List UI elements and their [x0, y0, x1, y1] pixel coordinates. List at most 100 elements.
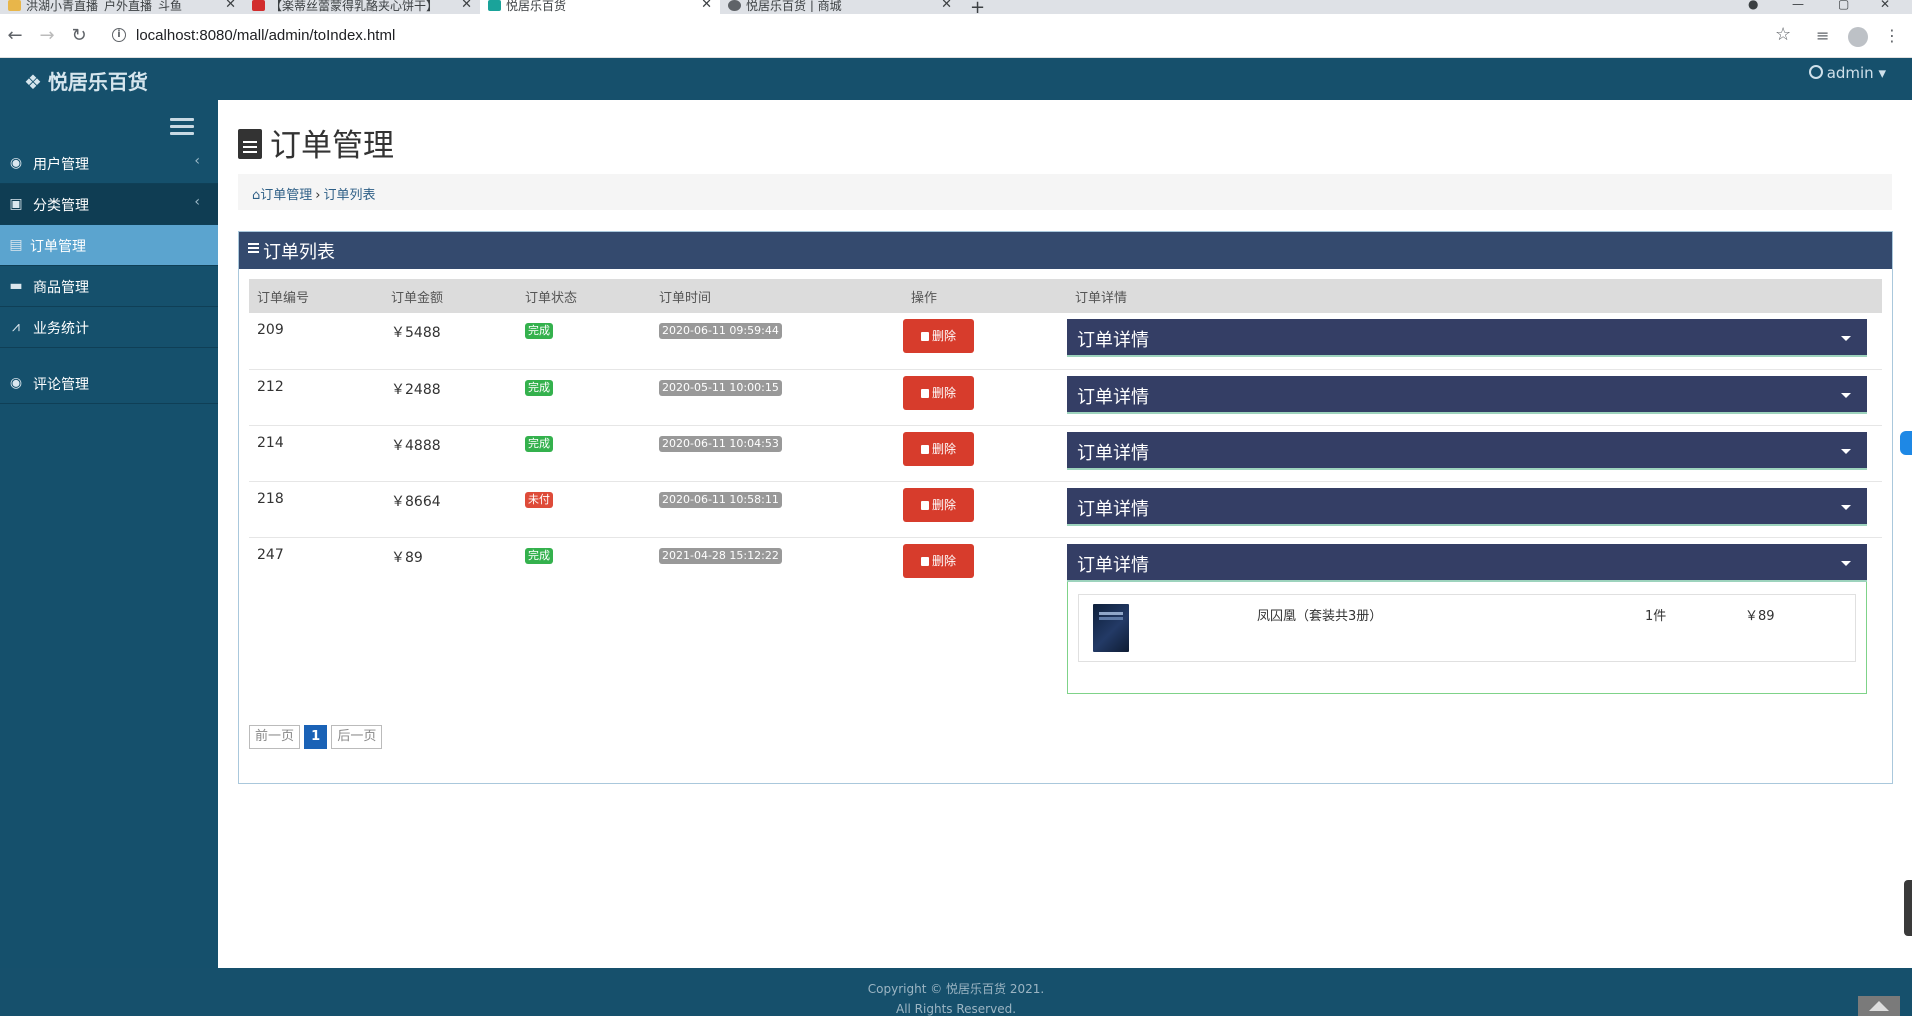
file-text-icon [238, 129, 262, 159]
tab-title: 【楽蒂丝蕾蒙得乳酪夹心饼干】 [270, 0, 439, 12]
bookmark-star-icon[interactable]: ☆ [1775, 24, 1791, 45]
table-row: 247 ￥89 完成 2021-04-28 15:12:22 删除 订单详情 凤… [249, 537, 1882, 695]
order-amount: ￥5488 [383, 313, 517, 370]
panel-title: 订单列表 [263, 242, 335, 263]
media-queue-icon[interactable]: ≡ [1816, 26, 1829, 45]
sidebar-item-reviews[interactable]: ◉ 评论管理 [0, 363, 218, 404]
new-tab-plus-icon[interactable]: + [970, 0, 985, 14]
delete-button[interactable]: 删除 [903, 543, 974, 578]
order-id: 218 [249, 481, 383, 538]
product-thumbnail[interactable] [1093, 603, 1129, 652]
column-header: 订单详情 [1067, 279, 1882, 313]
order-detail-toggle[interactable]: 订单详情 [1067, 319, 1867, 357]
back-arrow-icon[interactable]: ← [4, 25, 26, 47]
status-badge: 未付 [525, 491, 553, 508]
browser-tab-bar: 洪湖小青直播_户外直播_斗鱼 ✕ 【楽蒂丝蕾蒙得乳酪夹心饼干】 ✕ 悦居乐百货 … [0, 0, 1912, 14]
sidebar-item-label: 商品管理 [33, 280, 89, 296]
order-detail-toggle[interactable]: 订单详情 [1067, 431, 1867, 470]
tab-close-icon[interactable]: ✕ [461, 0, 472, 11]
column-header: 订单编号 [249, 279, 383, 313]
delete-button[interactable]: 删除 [903, 375, 974, 410]
delete-button[interactable]: 删除 [903, 431, 974, 466]
column-header: 订单状态 [517, 279, 651, 313]
delete-button[interactable]: 删除 [903, 487, 974, 522]
tab-close-icon[interactable]: ✕ [225, 0, 236, 11]
sidebar-item-label: 评论管理 [33, 377, 89, 393]
product-name: 凤囚凰（套装共3册） [1257, 608, 1383, 624]
footer-rights: All Rights Reserved. [895, 1002, 1017, 1016]
browser-toolbar: ← → ↻ i localhost:8080/mall/admin/toInde… [0, 14, 1912, 58]
sidebar-item-orders[interactable]: ▤ 订单管理 [0, 225, 218, 266]
reload-icon[interactable]: ↻ [68, 25, 90, 47]
sidebar-item-label: 业务统计 [33, 321, 89, 337]
sidebar-item-categories[interactable]: ▣ 分类管理 ‹ [0, 184, 218, 225]
floating-side-tab[interactable] [1900, 431, 1912, 455]
status-badge: 完成 [525, 379, 553, 396]
url-text[interactable]: localhost:8080/mall/admin/toIndex.html [136, 27, 395, 44]
breadcrumb-current[interactable]: 订单列表 [323, 188, 375, 203]
trash-icon [920, 388, 929, 398]
order-detail-toggle[interactable]: 订单详情 [1067, 487, 1867, 526]
table-row: 209 ￥5488 完成 2020-06-11 09:59:44 删除 订单详情 [249, 313, 1882, 370]
back-to-top-icon[interactable] [1858, 996, 1900, 1016]
order-amount: ￥89 [391, 549, 423, 566]
delete-label: 删除 [931, 553, 956, 568]
sidebar: ◉ 用户管理 ‹ ▣ 分类管理 ‹ ▤ 订单管理 ▬ 商品管理 ⩘ 业务统计 ◉… [0, 100, 218, 968]
tab-close-icon[interactable]: ✕ [941, 0, 952, 11]
minimize-icon[interactable]: — [1792, 0, 1804, 11]
tab-close-icon[interactable]: ✕ [701, 0, 712, 11]
status-badge: 完成 [525, 435, 553, 452]
product-quantity: 1件 [1645, 608, 1667, 624]
caret-down-icon [1841, 392, 1851, 398]
panel-header: 订单列表 [239, 232, 1892, 269]
user-circle-icon: ◉ [9, 375, 23, 391]
prev-page-button[interactable]: 前一页 [249, 725, 301, 749]
brand-name: 悦居乐百货 [47, 70, 148, 94]
floating-scroll-handle[interactable] [1904, 880, 1912, 936]
table-row: 218 ￥8664 未付 2020-06-11 10:58:11 删除 订单详情 [249, 481, 1882, 538]
trash-icon [920, 444, 929, 454]
page-title: 订单管理 [238, 120, 394, 165]
page-title-text: 订单管理 [270, 128, 394, 164]
delete-label: 删除 [931, 497, 956, 512]
order-detail-toggle[interactable]: 订单详情 [1067, 375, 1867, 414]
delete-label: 删除 [931, 329, 956, 343]
sidebar-item-users[interactable]: ◉ 用户管理 ‹ [0, 143, 218, 184]
browser-menu-icon[interactable]: ⋮ [1884, 26, 1900, 45]
sidebar-item-statistics[interactable]: ⩘ 业务统计 [0, 307, 218, 348]
next-page-button[interactable]: 后一页 [331, 725, 383, 749]
user-circle-icon: ◉ [9, 155, 23, 171]
brand-logo[interactable]: ❖ 悦居乐百货 [24, 66, 148, 95]
forward-arrow-icon[interactable]: → [36, 25, 58, 47]
sidebar-toggle-hamburger-icon[interactable] [170, 118, 194, 139]
browser-tab-4[interactable]: 悦居乐百货 | 商城 ✕ [720, 0, 960, 14]
window-close-icon[interactable]: ✕ [1880, 0, 1890, 11]
browser-tab-2[interactable]: 【楽蒂丝蕾蒙得乳酪夹心饼干】 ✕ [244, 0, 480, 14]
order-time-badge: 2020-06-11 10:58:11 [659, 491, 782, 508]
pagination: 前一页 1 后一页 [249, 725, 383, 749]
user-menu[interactable]: admin ▾ [1808, 64, 1886, 82]
site-info-icon[interactable]: i [112, 28, 126, 42]
trash-icon [920, 332, 929, 341]
maximize-icon[interactable]: ▢ [1838, 0, 1849, 11]
delete-button[interactable]: 删除 [903, 319, 974, 353]
order-time-badge: 2020-06-11 09:59:44 [659, 323, 782, 339]
chevron-left-icon: ‹ [194, 153, 200, 169]
orders-table: 订单编号 订单金额 订单状态 订单时间 操作 订单详情 209 ￥5488 完成… [249, 279, 1882, 695]
current-page-button[interactable]: 1 [304, 725, 328, 749]
address-bar[interactable]: i localhost:8080/mall/admin/toIndex.html [100, 20, 1780, 52]
order-detail-toggle[interactable]: 订单详情 [1067, 543, 1867, 582]
product-price: ￥89 [1745, 608, 1775, 624]
breadcrumb-link-orders[interactable]: 订单管理 [260, 188, 312, 203]
main-content: 订单管理 ⌂订单管理 › 订单列表 订单列表 订单编号 订单金额 订单状态 订单时间… [218, 100, 1912, 968]
shopping-bag-icon: ▬ [9, 278, 23, 294]
user-name: admin [1826, 64, 1874, 82]
browser-tab-3-active[interactable]: 悦居乐百货 ✕ [480, 0, 720, 14]
column-header: 订单时间 [651, 279, 903, 313]
tab-search-icon[interactable]: ● [1748, 0, 1758, 11]
sidebar-item-products[interactable]: ▬ 商品管理 [0, 266, 218, 307]
order-item-row: 凤囚凰（套装共3册） 1件 ￥89 [1078, 593, 1856, 662]
profile-avatar-icon[interactable] [1848, 27, 1868, 47]
order-amount: ￥4888 [383, 425, 517, 482]
browser-tab-1[interactable]: 洪湖小青直播_户外直播_斗鱼 ✕ [0, 0, 244, 14]
